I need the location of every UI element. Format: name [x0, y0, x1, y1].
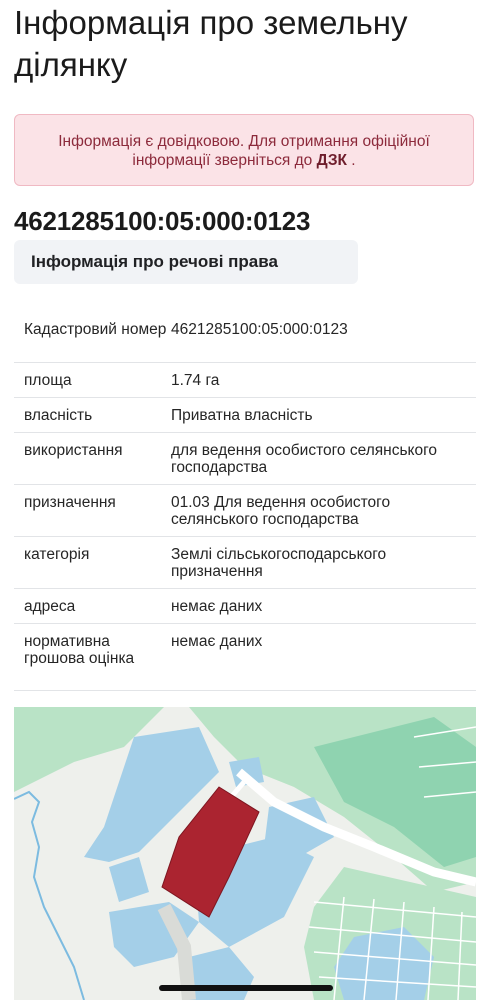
notice-text: Інформація є довідковою. Для отримання о…	[58, 133, 430, 169]
row-value: немає даних	[171, 633, 263, 650]
tab-property-rights[interactable]: Інформація про речові права	[14, 240, 358, 284]
row-value: немає даних	[171, 598, 263, 615]
row-key: власність	[24, 407, 93, 424]
info-notice: Інформація є довідковою. Для отримання о…	[14, 114, 474, 186]
notice-text-end: .	[347, 152, 356, 169]
home-indicator[interactable]	[159, 985, 333, 991]
table-row: призначення 01.03 Для ведення особистого…	[14, 485, 476, 537]
row-key: площа	[24, 372, 72, 389]
page-title: Інформація про земельну ділянку	[14, 4, 408, 83]
table-row: площа 1.74 га	[14, 363, 476, 398]
table-row: адреса немає даних	[14, 589, 476, 624]
row-value: для ведення особистого селянського госпо…	[171, 442, 438, 476]
parcel-details-table: Кадастровий номер 4621285100:05:000:0123…	[14, 312, 476, 691]
table-row: Кадастровий номер 4621285100:05:000:0123	[14, 312, 476, 363]
row-key: категорія	[24, 546, 90, 563]
row-value: Землі сільськогосподарського призначення	[171, 546, 387, 580]
dzk-link[interactable]: ДЗК	[317, 152, 347, 169]
table-row: категорія Землі сільськогосподарського п…	[14, 537, 476, 589]
row-key: адреса	[24, 598, 76, 615]
table-row: нормативна грошова оцінка немає даних	[14, 624, 476, 691]
cadastral-number-heading: 4621285100:05:000:0123	[14, 206, 311, 236]
table-row: використання для ведення особистого селя…	[14, 433, 476, 485]
table-row: власність Приватна власність	[14, 398, 476, 433]
row-key: нормативна грошова оцінка	[24, 633, 135, 667]
row-key: призначення	[24, 494, 116, 511]
map-canvas[interactable]	[14, 707, 476, 1000]
row-key: використання	[24, 442, 123, 459]
cadastral-map[interactable]	[14, 707, 476, 1000]
row-key: Кадастровий номер	[24, 321, 167, 338]
row-value: 1.74 га	[171, 372, 220, 389]
row-value: 4621285100:05:000:0123	[171, 321, 348, 338]
row-value: 01.03 Для ведення особистого селянського…	[171, 494, 391, 528]
row-value: Приватна власність	[171, 407, 313, 424]
